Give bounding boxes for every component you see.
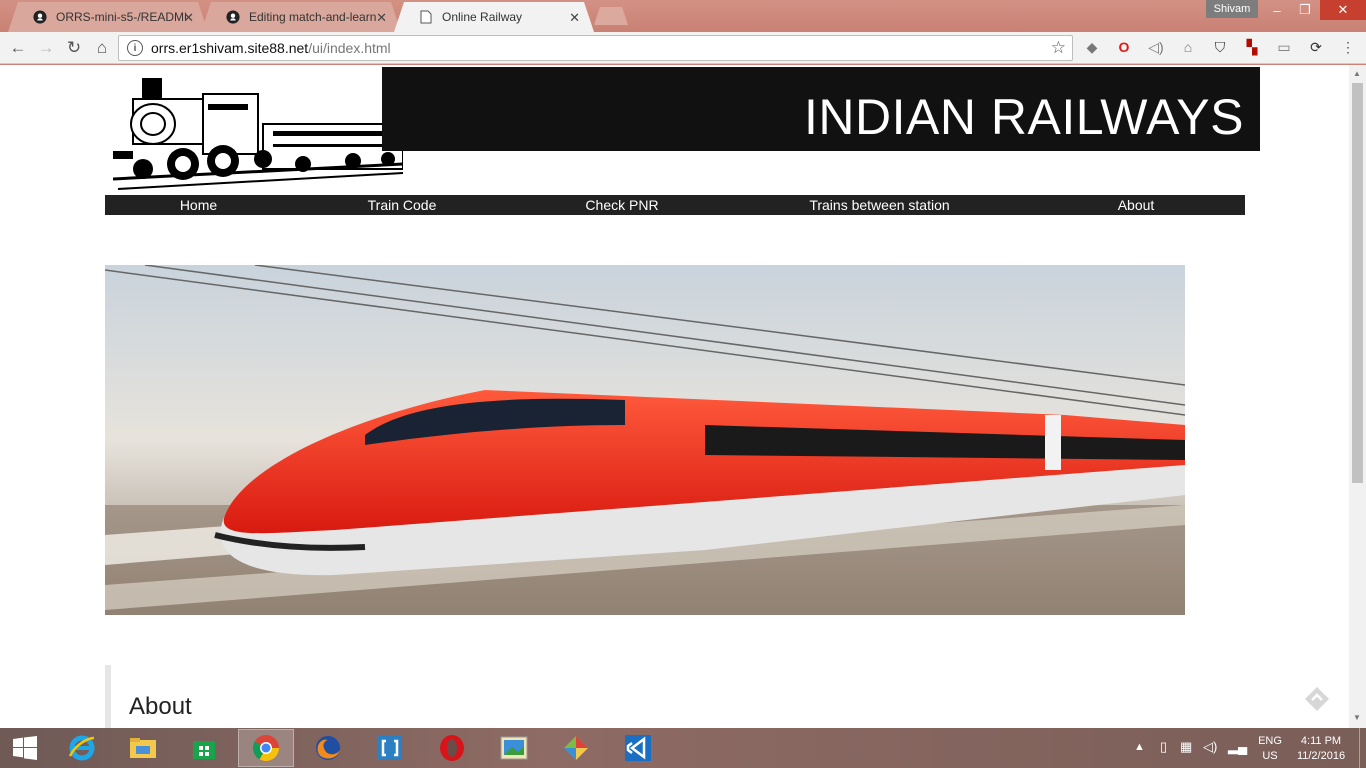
back-arrow-icon[interactable]: ← [8,38,28,58]
address-bar[interactable]: i orrs.er1shivam.site88.net/ui/index.htm… [118,35,1073,61]
bookmark-star-icon[interactable]: ☆ [1051,38,1066,58]
file-explorer-icon[interactable] [115,729,171,767]
reload-icon[interactable]: ↻ [64,38,84,58]
battery-icon[interactable]: ▯ [1160,739,1167,755]
feedback-icon[interactable] [1303,685,1331,713]
url-path: /ui/index.html [308,40,391,56]
signal-icon[interactable]: ▂▄ [1228,739,1247,755]
nav-trains-between-station[interactable]: Trains between station [732,195,1027,215]
close-tab-icon[interactable]: ✕ [376,10,387,26]
hero-train-image [105,265,1185,615]
start-icon[interactable] [0,729,50,767]
language-code: ENG [1258,735,1282,747]
close-window-icon[interactable]: ✕ [1320,0,1366,20]
scroll-up-arrow-icon[interactable]: ▲ [1353,69,1361,78]
main-nav: Home Train Code Check PNR Trains between… [105,195,1245,215]
sync-icon[interactable]: ⟳ [1307,38,1325,56]
github-icon [225,9,241,25]
scrollbar-thumb[interactable] [1352,83,1363,483]
nav-about[interactable]: About [1027,195,1245,215]
close-tab-icon[interactable]: ✕ [569,10,580,26]
site-title: INDIAN RAILWAYS [382,67,1260,151]
language-indicator[interactable]: ENG US [1253,734,1287,764]
tab-title: Editing match-and-learn [249,10,377,24]
show-desktop-button[interactable] [1359,728,1366,768]
clock-time: 4:11 PM [1300,735,1342,747]
page-viewport: INDIAN RAILWAYS Home Train Code Check PN… [0,65,1349,728]
info-icon[interactable]: i [127,40,143,56]
tab-title: Online Railway [442,10,523,24]
photos-icon[interactable] [486,729,542,767]
minimize-icon[interactable]: – [1262,0,1292,20]
store-icon[interactable] [176,729,232,767]
url-host: orrs.er1shivam.site88.net [151,40,309,56]
new-tab-button[interactable] [594,7,628,25]
scroll-down-arrow-icon[interactable]: ▼ [1353,713,1361,722]
gems-icon[interactable] [548,729,604,767]
menu-kebab-icon[interactable]: ⋮ [1339,38,1357,56]
cast-icon[interactable]: ▭ [1275,38,1293,56]
about-heading: About [129,693,192,720]
chrome-icon[interactable] [238,729,294,767]
extension-icon[interactable]: ◆ [1083,38,1101,56]
home-icon[interactable]: ⌂ [92,38,112,58]
tab-title: ORRS-mini-s5-/README [56,10,186,24]
forward-arrow-icon[interactable]: → [36,38,56,58]
nav-check-pnr[interactable]: Check PNR [512,195,732,215]
windows-taskbar: ▲ ▯ ▦ ◁) ▂▄ ENG US 4:11 PM 11/2/2016 [0,728,1366,768]
shield-icon[interactable]: ⛉ [1211,38,1229,56]
audio-extension-icon[interactable]: ◁) [1147,38,1165,56]
vertical-scrollbar[interactable]: ▲ ▼ [1349,65,1366,728]
nav-home[interactable]: Home [105,195,292,215]
clock[interactable]: 4:11 PM 11/2/2016 [1290,734,1352,764]
about-section: About [105,665,705,728]
pdf-icon[interactable]: ▚ [1243,38,1261,56]
tab-editing-match[interactable]: Editing match-and-learn ✕ [201,2,401,32]
volume-icon[interactable]: ◁) [1203,739,1217,755]
github-icon [32,9,48,25]
clock-date: 11/2/2016 [1296,750,1346,762]
opera-icon[interactable] [424,729,480,767]
show-hidden-icons-icon[interactable]: ▲ [1134,741,1145,753]
browser-title-bar: ORRS-mini-s5-/README ✕ Editing match-and… [0,0,1366,32]
tab-online-railway[interactable]: Online Railway ✕ [394,2,594,32]
nav-train-code[interactable]: Train Code [292,195,512,215]
home-extension-icon[interactable]: ⌂ [1179,38,1197,56]
firefox-icon[interactable] [300,729,356,767]
opera-extension-icon[interactable]: O [1115,38,1133,56]
visual-studio-code-icon[interactable] [610,729,666,767]
steam-locomotive-logo [113,78,403,190]
profile-button[interactable]: Shivam [1206,0,1258,18]
network-icon[interactable]: ▦ [1180,739,1192,755]
region-code: US [1262,750,1278,762]
restore-icon[interactable]: ❐ [1290,0,1320,20]
brackets-icon[interactable] [362,729,418,767]
close-tab-icon[interactable]: ✕ [183,10,194,26]
tab-orrs-readme[interactable]: ORRS-mini-s5-/README ✕ [8,2,208,32]
internet-explorer-icon[interactable] [54,729,110,767]
page-icon [418,9,434,25]
